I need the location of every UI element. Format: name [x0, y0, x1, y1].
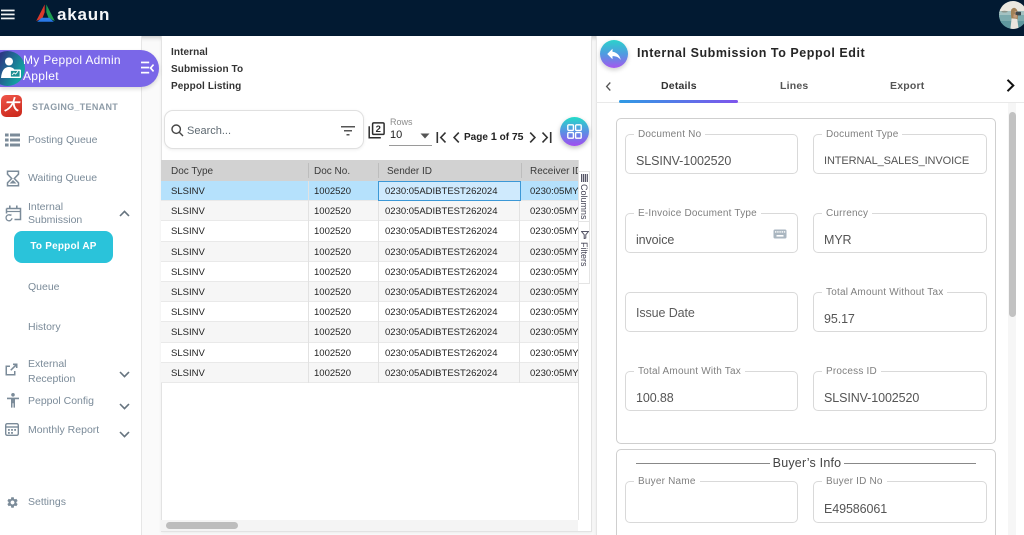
svg-text:2: 2 [376, 124, 381, 135]
